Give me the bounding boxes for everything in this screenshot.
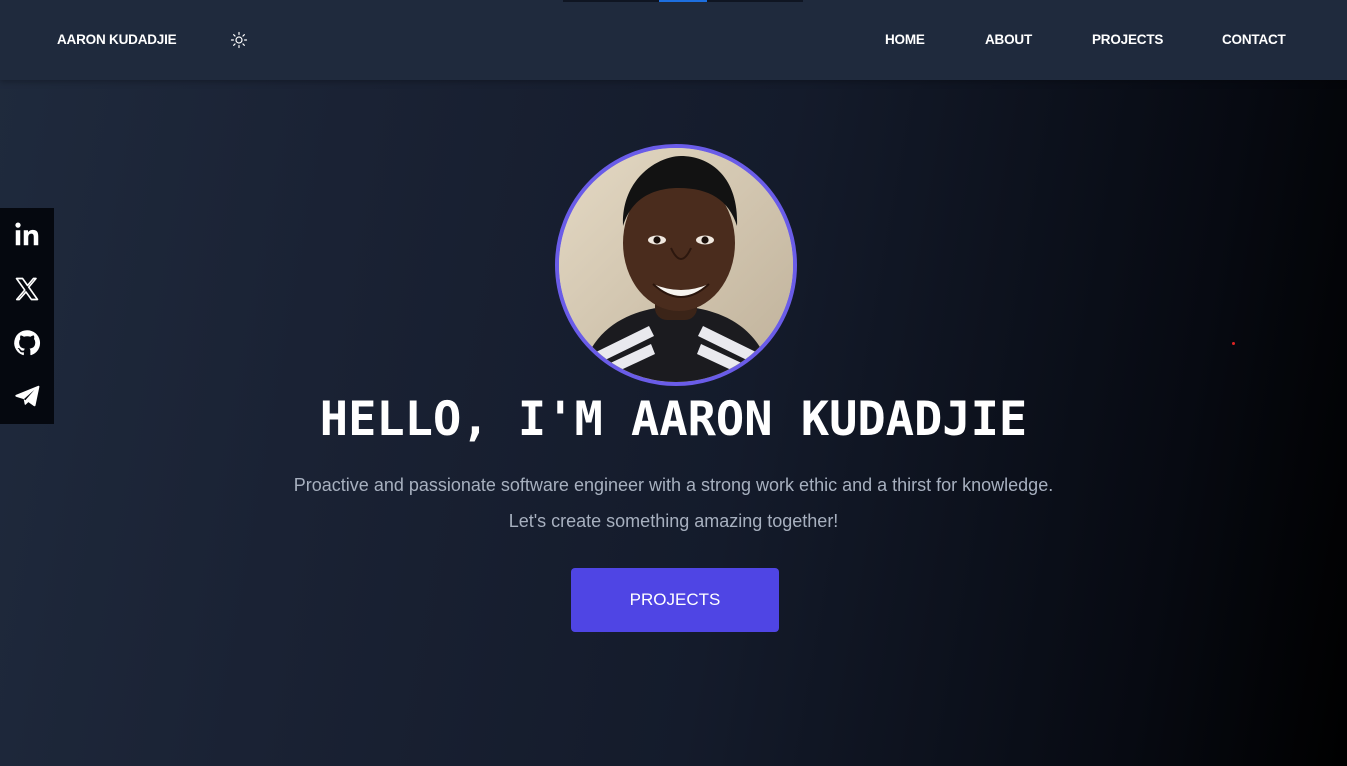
hero-tagline: Proactive and passionate software engine… xyxy=(293,475,1054,495)
brand-logo-link[interactable]: AARON KUDADJIE xyxy=(57,32,177,47)
nav-projects-link[interactable]: PROJECTS xyxy=(1092,32,1163,47)
nav-home-link[interactable]: HOME xyxy=(885,32,925,47)
scroll-progress-indicator xyxy=(659,0,707,2)
nav-contact-link[interactable]: CONTACT xyxy=(1222,32,1286,47)
sun-icon[interactable] xyxy=(230,31,248,49)
cursor-dot xyxy=(1232,342,1235,345)
linkedin-icon[interactable] xyxy=(11,218,43,250)
navbar: AARON KUDADJIE HOME ABOUT PROJECTS CONTA… xyxy=(0,0,1347,80)
hero-headline: HELLO, I'M AARON KUDADJIE xyxy=(319,392,1028,447)
nav-about-link[interactable]: ABOUT xyxy=(985,32,1032,47)
profile-photo xyxy=(555,144,797,386)
github-icon[interactable] xyxy=(11,327,43,359)
hero-subtagline: Let's create something amazing together! xyxy=(508,511,839,531)
x-twitter-icon[interactable] xyxy=(11,273,43,305)
projects-cta-button[interactable]: PROJECTS xyxy=(571,568,779,632)
